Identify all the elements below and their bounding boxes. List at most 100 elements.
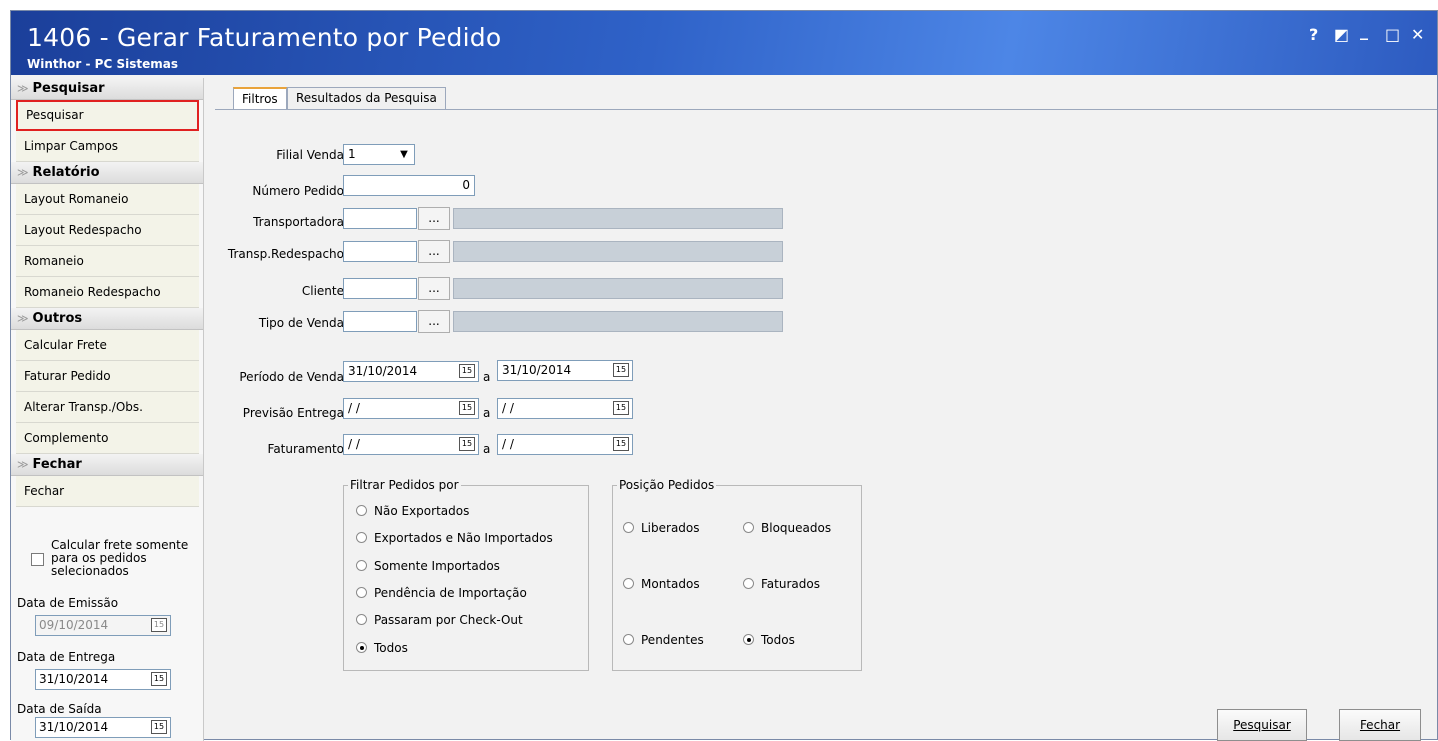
- tab-resultados[interactable]: Resultados da Pesquisa: [287, 87, 446, 109]
- radio-label: Somente Importados: [374, 559, 500, 573]
- numero-pedido-input[interactable]: 0: [343, 175, 475, 196]
- radio-icon[interactable]: [356, 560, 367, 571]
- periodo-ate-value: 31/10/2014: [502, 363, 572, 377]
- faturamento-de-value: / /: [348, 437, 360, 451]
- radio-label: Todos: [761, 633, 795, 647]
- radio-filtrar-todos[interactable]: Todos: [356, 641, 408, 655]
- radio-faturados[interactable]: Faturados: [743, 577, 820, 591]
- previsao-a-label: a: [483, 406, 491, 420]
- sidebar-item-limpar-campos[interactable]: Limpar Campos: [16, 131, 199, 162]
- fechar-button[interactable]: Fechar: [1339, 709, 1421, 741]
- transportadora-lookup-button[interactable]: ...: [418, 207, 450, 230]
- radio-icon[interactable]: [743, 634, 754, 645]
- radio-nao-exportados[interactable]: Não Exportados: [356, 504, 469, 518]
- calendar-icon[interactable]: 15: [459, 401, 475, 415]
- close-icon[interactable]: ✕: [1411, 25, 1424, 44]
- radio-icon[interactable]: [623, 522, 634, 533]
- section-pesquisar[interactable]: ≫ Pesquisar: [11, 78, 203, 100]
- redespacho-lookup-button[interactable]: ...: [418, 240, 450, 263]
- window-subtitle: Winthor - PC Sistemas: [27, 57, 178, 71]
- data-saida-value: 31/10/2014: [39, 720, 109, 734]
- redespacho-code-input[interactable]: [343, 241, 417, 262]
- radio-pendentes[interactable]: Pendentes: [623, 633, 704, 647]
- data-emissao-label: Data de Emissão: [17, 596, 119, 610]
- sidebar-item-calcular-frete[interactable]: Calcular Frete: [16, 330, 199, 361]
- section-title: Outros: [32, 311, 83, 326]
- sidebar-item-layout-romaneio[interactable]: Layout Romaneio: [16, 184, 199, 215]
- radio-montados[interactable]: Montados: [623, 577, 700, 591]
- calendar-icon[interactable]: 15: [151, 672, 167, 686]
- calendar-icon[interactable]: 15: [459, 364, 475, 378]
- radio-icon[interactable]: [743, 522, 754, 533]
- main-panel: Filtros Resultados da Pesquisa Filial Ve…: [207, 78, 1437, 741]
- calcular-frete-checkbox[interactable]: [31, 553, 44, 566]
- section-relatorio[interactable]: ≫ Relatório: [11, 162, 203, 184]
- cliente-label: Cliente: [301, 284, 344, 298]
- radio-icon[interactable]: [356, 587, 367, 598]
- sidebar-item-romaneio[interactable]: Romaneio: [16, 246, 199, 277]
- chevron-icon: ≫: [17, 312, 29, 325]
- section-title: Fechar: [32, 457, 82, 472]
- calendar-icon[interactable]: 15: [613, 401, 629, 415]
- radio-icon[interactable]: [356, 532, 367, 543]
- sidebar-item-layout-redespacho[interactable]: Layout Redespacho: [16, 215, 199, 246]
- radio-label: Montados: [641, 577, 700, 591]
- tab-filtros[interactable]: Filtros: [233, 87, 287, 109]
- title-bar: 1406 - Gerar Faturamento por Pedido Wint…: [11, 11, 1437, 75]
- pesquisar-button[interactable]: Pesquisar: [1217, 709, 1307, 741]
- section-fechar[interactable]: ≫ Fechar: [11, 454, 203, 476]
- radio-posicao-todos[interactable]: Todos: [743, 633, 795, 647]
- cliente-lookup-button[interactable]: ...: [418, 277, 450, 300]
- calendar-icon[interactable]: 15: [151, 720, 167, 734]
- sidebar-item-faturar-pedido[interactable]: Faturar Pedido: [16, 361, 199, 392]
- sidebar-item-romaneio-redespacho[interactable]: Romaneio Redespacho: [16, 277, 199, 308]
- data-entrega-label: Data de Entrega: [17, 650, 116, 664]
- filial-select[interactable]: 1 ▼: [343, 144, 415, 165]
- radio-icon[interactable]: [623, 634, 634, 645]
- radio-exportados-nao-importados[interactable]: Exportados e Não Importados: [356, 531, 553, 545]
- calendar-icon: 15: [151, 618, 167, 632]
- redespacho-name-field: [453, 241, 783, 262]
- section-title: Relatório: [32, 165, 100, 180]
- sidebar-item-complemento[interactable]: Complemento: [16, 423, 199, 454]
- help-icon[interactable]: ?: [1309, 25, 1318, 44]
- calendar-icon[interactable]: 15: [613, 437, 629, 451]
- sidebar-item-pesquisar[interactable]: Pesquisar: [16, 100, 199, 131]
- sidebar-item-alterar-transp[interactable]: Alterar Transp./Obs.: [16, 392, 199, 423]
- chevron-icon: ≫: [17, 82, 29, 95]
- maximize-icon[interactable]: □: [1385, 25, 1400, 44]
- tipo-venda-code-input[interactable]: [343, 311, 417, 332]
- radio-pendencia-importacao[interactable]: Pendência de Importação: [356, 586, 527, 600]
- radio-liberados[interactable]: Liberados: [623, 521, 700, 535]
- minimize-icon[interactable]: _: [1360, 21, 1368, 40]
- faturamento-ate-input[interactable]: / / 15: [497, 434, 633, 455]
- section-outros[interactable]: ≫ Outros: [11, 308, 203, 330]
- calendar-icon[interactable]: 15: [613, 363, 629, 377]
- cliente-name-field: [453, 278, 783, 299]
- tipo-venda-lookup-button[interactable]: ...: [418, 310, 450, 333]
- sidebar-item-fechar[interactable]: Fechar: [16, 476, 199, 507]
- radio-icon[interactable]: [356, 614, 367, 625]
- chevron-down-icon[interactable]: ▼: [396, 147, 412, 162]
- chevron-icon: ≫: [17, 458, 29, 471]
- radio-icon[interactable]: [623, 578, 634, 589]
- previsao-ate-input[interactable]: / / 15: [497, 398, 633, 419]
- previsao-de-input[interactable]: / / 15: [343, 398, 479, 419]
- data-entrega-field[interactable]: 31/10/2014 15: [35, 669, 171, 690]
- transportadora-code-input[interactable]: [343, 208, 417, 229]
- radio-check-out[interactable]: Passaram por Check-Out: [356, 613, 523, 627]
- radio-icon[interactable]: [356, 642, 367, 653]
- data-saida-field[interactable]: 31/10/2014 15: [35, 717, 171, 738]
- radio-icon[interactable]: [356, 505, 367, 516]
- periodo-de-input[interactable]: 31/10/2014 15: [343, 361, 479, 382]
- cliente-code-input[interactable]: [343, 278, 417, 299]
- radio-icon[interactable]: [743, 578, 754, 589]
- radio-bloqueados[interactable]: Bloqueados: [743, 521, 831, 535]
- periodo-ate-input[interactable]: 31/10/2014 15: [497, 360, 633, 381]
- faturamento-de-input[interactable]: / / 15: [343, 434, 479, 455]
- tipo-venda-name-field: [453, 311, 783, 332]
- radio-somente-importados[interactable]: Somente Importados: [356, 559, 500, 573]
- restore-icon[interactable]: ◩: [1334, 25, 1349, 44]
- previsao-de-value: / /: [348, 401, 360, 415]
- calendar-icon[interactable]: 15: [459, 437, 475, 451]
